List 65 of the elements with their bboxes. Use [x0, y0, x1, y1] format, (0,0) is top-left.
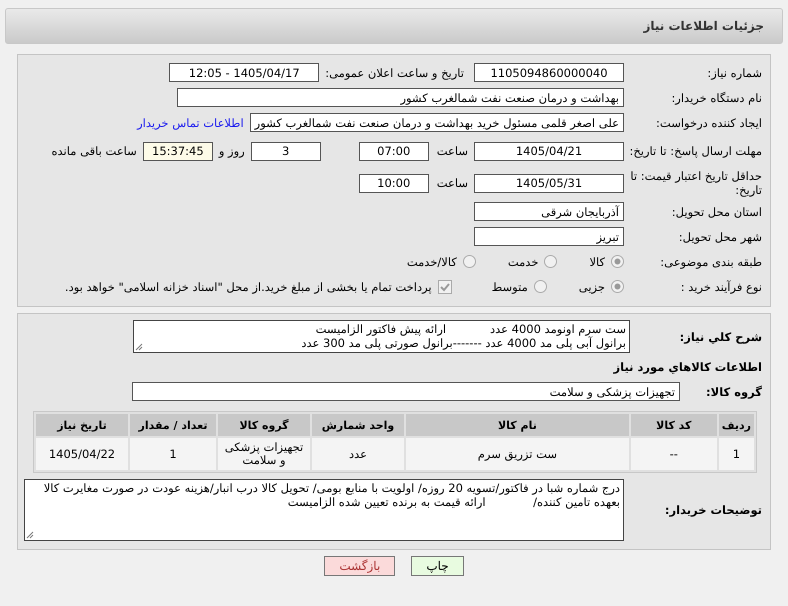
- text-field[interactable]: تجهیزات پزشکی و سلامت: [132, 382, 680, 401]
- radio-button[interactable]: [462, 255, 476, 268]
- description-textarea[interactable]: ست سرم اونومد 4000 عدد ارائه پیش فاکتور الزامیست برانول آبی پلی مد 4000 عدد -------برانول صورتی پلی مد 300 عدد: [133, 320, 630, 353]
- countdown-field[interactable]: 15:37:45: [142, 142, 213, 160]
- resize-grip-icon[interactable]: [135, 343, 143, 351]
- field-label: حداقل تاریخ اعتبار قیمت: تا تاریخ:: [629, 169, 763, 197]
- option-label: جزیی: [578, 280, 605, 294]
- back-button[interactable]: بازگشت: [324, 556, 396, 576]
- field-label: شهر محل تحویل:: [678, 230, 763, 244]
- table-cell: 1: [718, 438, 754, 470]
- field-label: مهلت ارسال پاسخ: تا تاریخ:: [628, 144, 763, 158]
- print-button[interactable]: چاپ: [411, 556, 464, 576]
- field-label: روز و: [218, 144, 245, 158]
- field-label: نام دستگاه خریدار:: [670, 90, 763, 104]
- contact-link[interactable]: اطلاعات تماس خریدار: [137, 116, 244, 130]
- table-cell: ست تزریق سرم: [406, 438, 629, 470]
- text-field[interactable]: 1405/04/17 - 12:05: [169, 63, 320, 82]
- table-cell: 1: [130, 438, 216, 470]
- field-label: تاریخ و ساعت اعلان عمومی:: [325, 66, 464, 80]
- text-field[interactable]: 1405/04/21: [474, 142, 624, 160]
- radio-button[interactable]: [544, 255, 558, 268]
- text-field[interactable]: آذربایجان شرقی: [474, 202, 624, 221]
- column-header: تعداد / مقدار: [130, 414, 216, 436]
- field-label: ایجاد کننده درخواست:: [655, 116, 763, 130]
- checkbox[interactable]: [438, 280, 452, 294]
- radio-button[interactable]: [611, 280, 624, 293]
- column-header: تاریخ نیاز: [36, 414, 128, 436]
- text-field[interactable]: 10:00: [358, 174, 429, 192]
- table-cell: عدد: [312, 438, 404, 470]
- table-cell: تجهیزات پزشکی و سلامت: [218, 438, 310, 470]
- field-label: طبقه بندی موضوعی:: [659, 254, 763, 268]
- column-header: کد کالا: [630, 414, 717, 436]
- checkbox-label: پرداخت تمام یا بخشی از مبلغ خرید.از محل "اسناد خزانه اسلامی" خواهد بود.: [64, 280, 432, 294]
- resize-grip-icon[interactable]: [26, 531, 34, 539]
- option-label: خدمت: [508, 254, 538, 268]
- option-label: کالا/خدمت: [406, 254, 457, 268]
- text-field[interactable]: 1105094860000040: [474, 63, 624, 82]
- radio-button[interactable]: [534, 280, 547, 293]
- text-field[interactable]: 07:00: [358, 142, 429, 160]
- field-label: ساعت: [436, 176, 468, 190]
- radio-button[interactable]: [611, 255, 624, 268]
- text-field[interactable]: بهداشت و درمان صنعت نفت شمالغرب کشور: [177, 88, 624, 107]
- column-header: ردیف: [718, 414, 754, 436]
- field-label: توضیحات خریدار:: [664, 503, 763, 517]
- field-label: استان محل تحویل:: [670, 204, 763, 218]
- column-header: گروه کالا: [218, 414, 310, 436]
- text-field[interactable]: تبریز: [474, 227, 624, 246]
- page-title: جزئیات اطلاعات نیاز: [643, 19, 764, 33]
- notes-textarea[interactable]: درج شماره شبا در فاکتور/تسویه 20 روزه/ اولویت با منابع بومی/ تحویل کالا درب انبار/هزینه عودت در صورت مغایرت کالا بعهده تامین کننده/ ارائه قیمت به برنده تعیین شده الزامیست: [24, 479, 624, 541]
- field-label: شرح کلي نیاز:: [678, 330, 763, 344]
- text-field[interactable]: علی اصغر قلمی مسئول خرید بهداشت و درمان صنعت نفت شمالغرب کشور: [250, 113, 624, 132]
- section-title: اطلاعات کالاهاي مورد نیاز: [614, 360, 762, 374]
- table-cell: 1405/04/22: [36, 438, 128, 470]
- text-field[interactable]: 1405/05/31: [474, 174, 624, 192]
- field-label: گروه کالا:: [705, 384, 763, 398]
- table-cell: --: [630, 438, 717, 470]
- text-field[interactable]: 3: [250, 142, 321, 160]
- option-label: متوسط: [492, 280, 528, 294]
- field-label: ساعت باقی مانده: [52, 144, 137, 158]
- field-label: ساعت: [436, 144, 468, 158]
- field-label: شماره نیاز:: [706, 66, 763, 80]
- option-label: کالا: [589, 254, 605, 268]
- column-header: واحد شمارش: [312, 414, 404, 436]
- field-label: نوع فرآیند خرید :: [680, 280, 763, 294]
- column-header: نام کالا: [406, 414, 629, 436]
